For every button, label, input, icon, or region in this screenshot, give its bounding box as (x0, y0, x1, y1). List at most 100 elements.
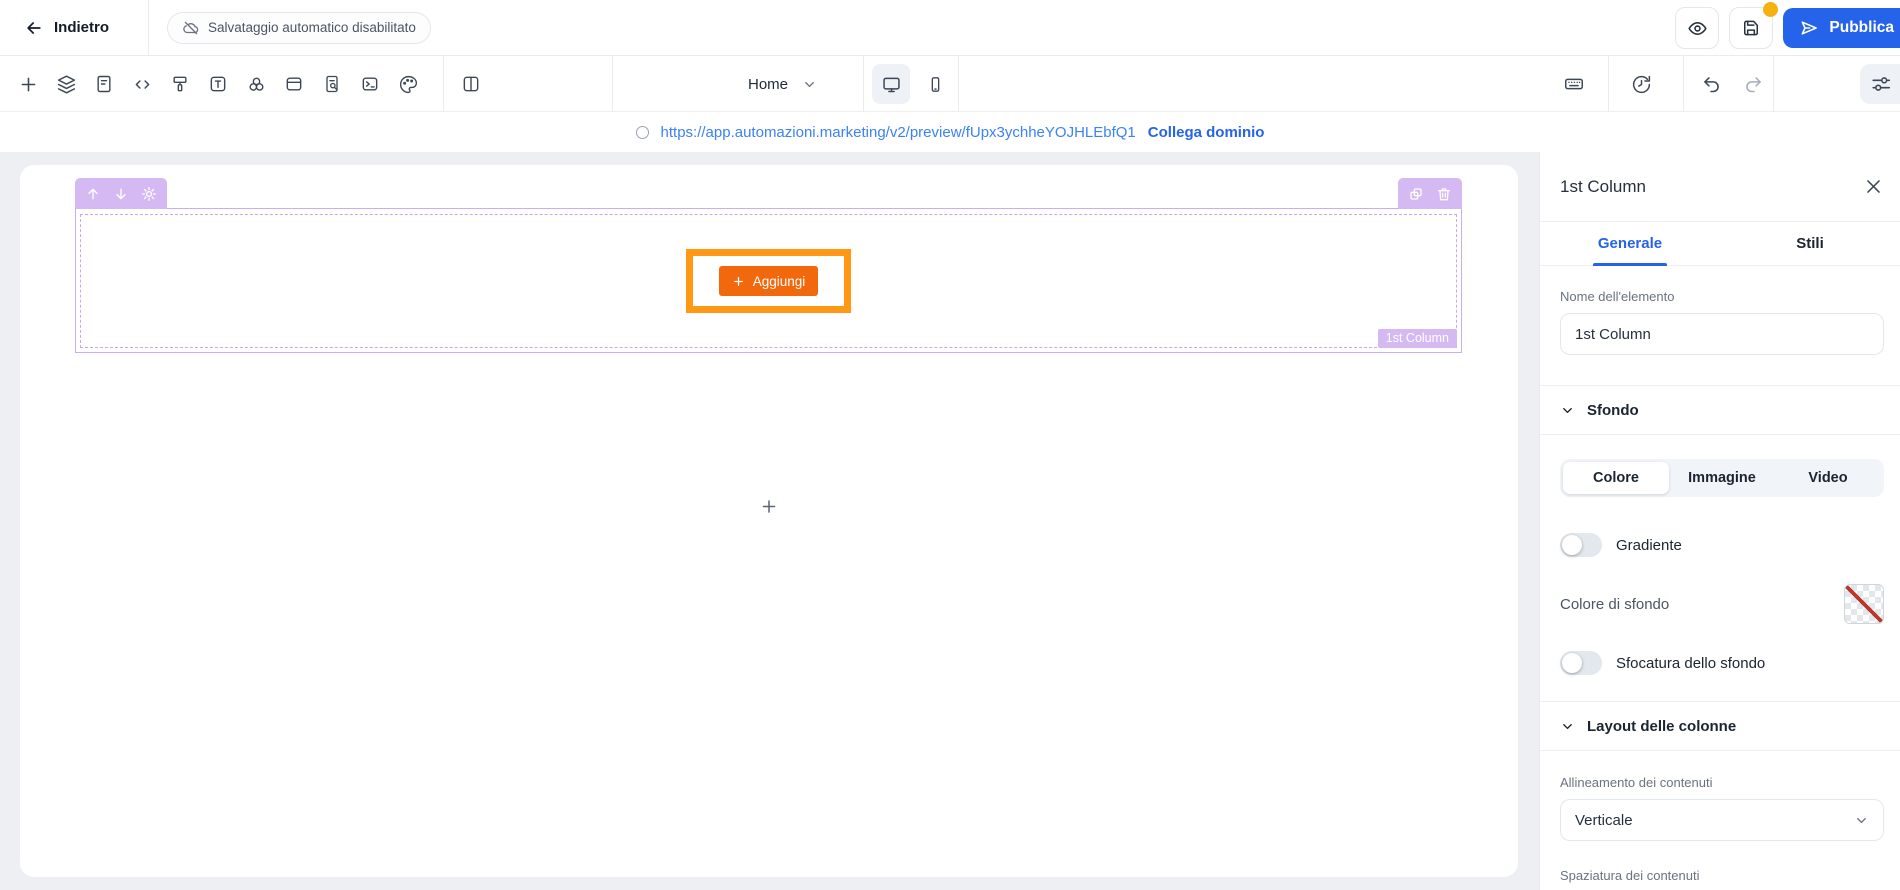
columns-button[interactable] (452, 64, 490, 104)
canvas-page[interactable]: Aggiungi 1st Column (20, 165, 1518, 877)
mobile-view-button[interactable] (916, 64, 954, 104)
page-settings-button[interactable] (1860, 64, 1900, 104)
background-type-segmented: Colore Immagine Video (1560, 459, 1884, 497)
unsaved-changes-dot (1763, 2, 1779, 17)
divider (612, 56, 613, 112)
forms-button[interactable] (85, 64, 123, 104)
split-columns-icon (461, 74, 481, 94)
background-color-swatch[interactable] (1844, 584, 1884, 624)
connect-domain-link[interactable]: Collega dominio (1148, 124, 1265, 141)
arrow-up-icon (88, 188, 98, 199)
arrow-left-icon (24, 18, 44, 38)
divider (958, 56, 959, 112)
theme-button[interactable] (389, 64, 427, 104)
preview-button[interactable] (1675, 7, 1720, 49)
background-color-label: Colore di sfondo (1560, 595, 1670, 613)
first-column-dropzone[interactable]: Aggiungi 1st Column (80, 214, 1457, 348)
chevron-down-icon (1854, 813, 1869, 828)
card-button[interactable] (275, 64, 313, 104)
desktop-view-button[interactable] (872, 64, 910, 104)
top-bar: Indietro Salvataggio automatico disabili… (0, 0, 1900, 56)
blur-row: Sfocatura dello sfondo (1560, 651, 1884, 675)
autosave-badge: Salvataggio automatico disabilitato (167, 11, 431, 44)
tab-generale[interactable]: Generale (1540, 222, 1720, 265)
gradient-toggle[interactable] (1560, 533, 1602, 557)
scripts-button[interactable] (351, 64, 389, 104)
browser-card-icon (284, 74, 304, 94)
section-toolbar-left (75, 178, 167, 209)
page-selector[interactable]: Home (738, 68, 827, 101)
alignment-label: Allineamento dei contenuti (1560, 775, 1713, 790)
keyboard-icon (1563, 73, 1585, 95)
plus-icon (732, 275, 745, 288)
form-document-icon (94, 74, 114, 94)
divider (1540, 750, 1900, 751)
page-selector-value: Home (748, 75, 789, 93)
preview-url-bar: https://app.automazioni.marketing/v2/pre… (0, 112, 1900, 152)
settings-panel: 1st Column Generale Stili Nome dell'elem… (1539, 152, 1900, 890)
palette-icon (398, 74, 419, 95)
undo-icon (1701, 74, 1722, 95)
columns-layout-section-label: Layout delle colonne (1587, 717, 1737, 735)
background-section-header[interactable]: Sfondo (1560, 386, 1884, 434)
divider (1540, 434, 1900, 435)
element-name-label: Nome dell'elemento (1560, 289, 1675, 304)
blur-label: Sfocatura dello sfondo (1616, 654, 1766, 672)
chevron-down-icon (1560, 403, 1575, 418)
shortcuts-button[interactable] (1555, 64, 1593, 104)
columns-layout-section-header[interactable]: Layout delle colonne (1560, 702, 1884, 750)
autosave-label: Salvataggio automatico disabilitato (208, 20, 416, 35)
section-settings-button[interactable] (137, 182, 161, 206)
duplicate-button[interactable] (1404, 182, 1428, 206)
status-circle-icon (635, 125, 649, 139)
undo-button[interactable] (1692, 64, 1730, 104)
publish-button[interactable]: Pubblica (1783, 8, 1900, 48)
divider (148, 0, 149, 56)
background-color-row: Colore di sfondo (1560, 584, 1884, 624)
move-up-button[interactable] (81, 182, 105, 206)
plus-icon (762, 500, 776, 513)
chevron-down-icon (802, 77, 817, 92)
history-button[interactable] (1622, 64, 1660, 104)
bg-tab-colore[interactable]: Colore (1563, 462, 1669, 494)
blend-circles-icon (246, 74, 267, 95)
bg-tab-video[interactable]: Video (1775, 462, 1881, 494)
tab-stili[interactable]: Stili (1720, 222, 1900, 265)
blur-toggle[interactable] (1560, 651, 1602, 675)
shapes-button[interactable] (237, 64, 275, 104)
move-down-button[interactable] (109, 182, 133, 206)
element-name-input[interactable] (1560, 313, 1884, 355)
add-element-frame[interactable]: Aggiungi (685, 249, 852, 313)
background-section-label: Sfondo (1587, 401, 1639, 419)
delete-button[interactable] (1432, 182, 1456, 206)
preview-url-link[interactable]: https://app.automazioni.marketing/v2/pre… (661, 124, 1136, 141)
layers-icon (56, 74, 77, 95)
copy-icon (1410, 187, 1422, 200)
add-section-button[interactable] (760, 497, 779, 516)
panel-tabs: Generale Stili (1540, 222, 1900, 266)
paint-roller-icon (170, 74, 190, 94)
editor-main: Aggiungi 1st Column 1st Column Generale … (0, 152, 1900, 890)
redo-button[interactable] (1734, 64, 1772, 104)
back-button[interactable]: Indietro (24, 18, 109, 38)
settings-sliders-icon (1870, 73, 1892, 95)
divider (863, 56, 864, 112)
chevron-down-icon (1560, 719, 1575, 734)
code-icon (132, 74, 153, 95)
layers-button[interactable] (47, 64, 85, 104)
text-button[interactable] (199, 64, 237, 104)
alignment-select[interactable]: Verticale (1560, 799, 1884, 841)
aggiungi-label: Aggiungi (752, 273, 806, 289)
text-icon (208, 74, 228, 94)
seo-button[interactable] (313, 64, 351, 104)
save-button[interactable] (1729, 2, 1779, 49)
selected-section-outline[interactable]: Aggiungi 1st Column (75, 178, 1462, 353)
add-element-button[interactable] (9, 64, 47, 104)
aggiungi-button[interactable]: Aggiungi (718, 266, 819, 296)
close-panel-button[interactable] (1856, 170, 1890, 204)
redo-icon (1743, 74, 1764, 95)
eye-icon (1687, 18, 1708, 39)
code-button[interactable] (123, 64, 161, 104)
paint-button[interactable] (161, 64, 199, 104)
bg-tab-immagine[interactable]: Immagine (1669, 462, 1775, 494)
